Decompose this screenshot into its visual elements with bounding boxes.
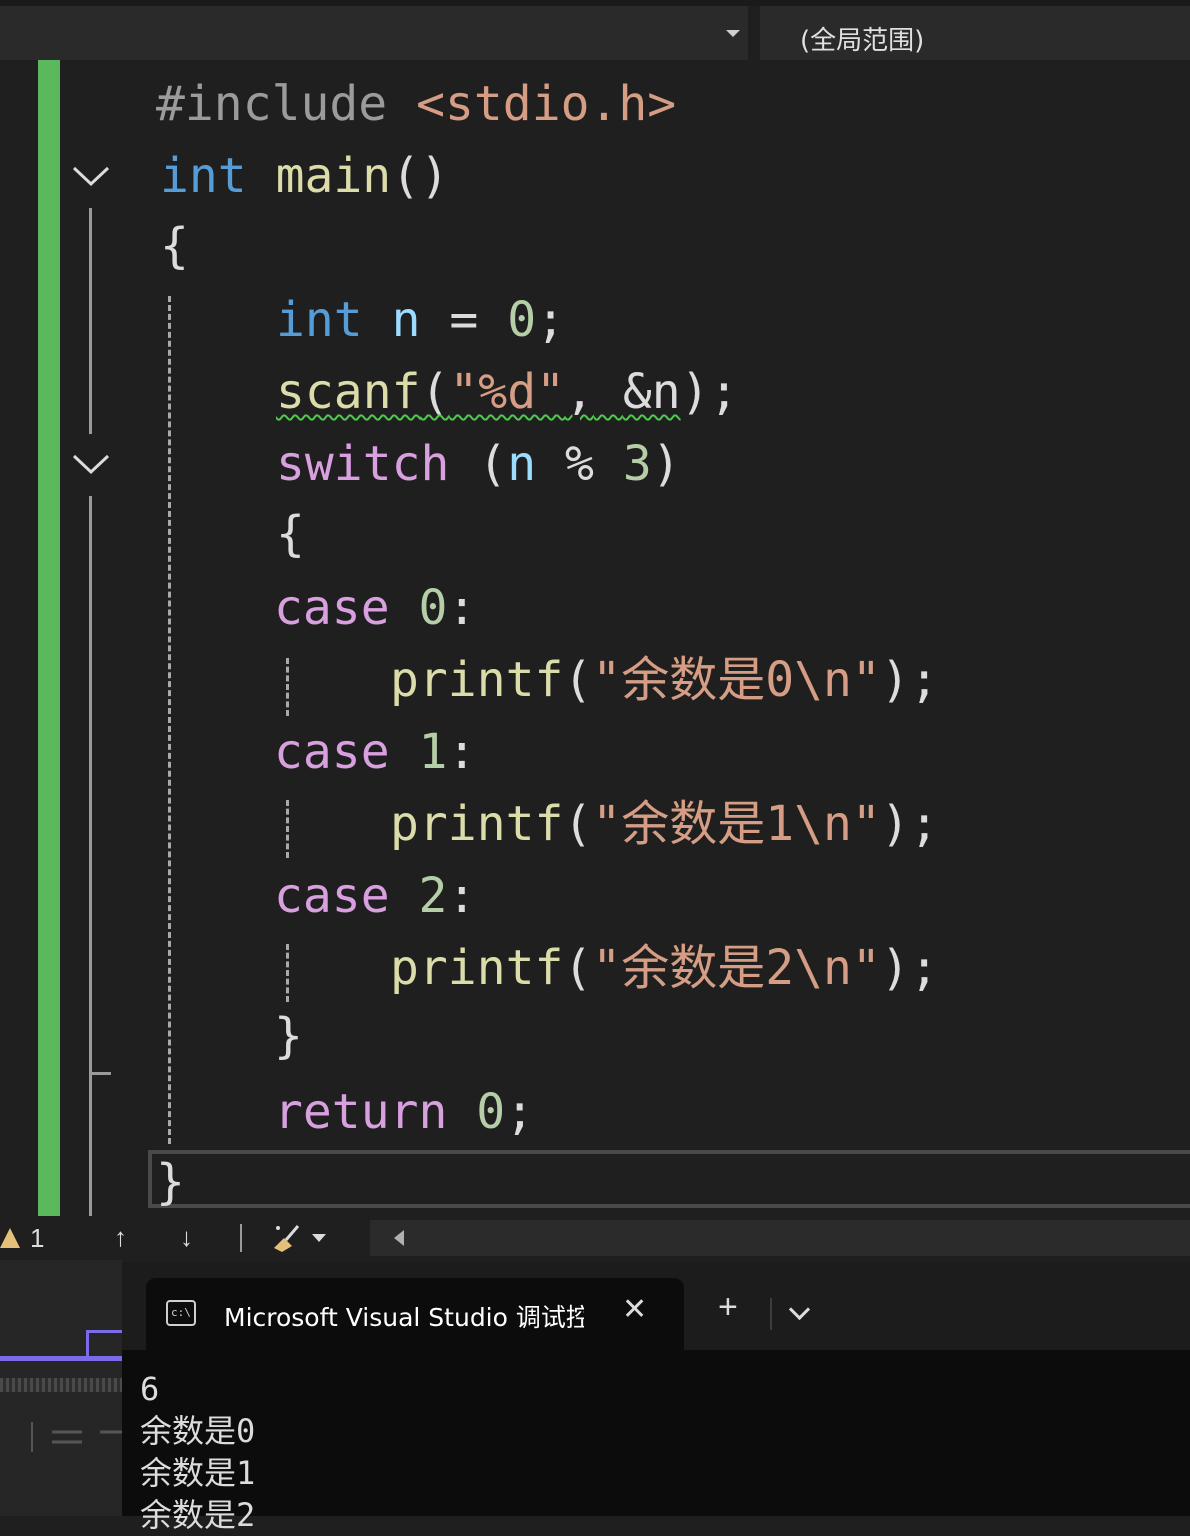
fold-region-end (89, 1072, 111, 1075)
code-line-1: #include <stdio.h> (156, 76, 677, 132)
terminal-output-line: 余数是0 (140, 1412, 256, 1450)
code-line-11: printf("余数是1\n"); (390, 796, 939, 852)
code-line-9: printf("余数是0\n"); (390, 652, 939, 708)
close-icon[interactable]: ✕ (622, 1292, 647, 1327)
panel-toolbar-icons (31, 1422, 122, 1452)
code-line-3: { (160, 218, 189, 274)
plus-icon[interactable]: + (718, 1290, 738, 1324)
editor-status-bar: 1 ↑ ↓ (0, 1216, 1190, 1260)
code-line-7: { (276, 506, 305, 562)
fold-region-line (89, 496, 92, 1216)
indent-guide (286, 800, 289, 858)
code-line-5: scanf("%d", &n); (276, 364, 739, 420)
code-line-6: switch (n % 3) (276, 436, 681, 492)
terminal-output-line: 余数是1 (140, 1454, 256, 1492)
fold-chevron-down-icon[interactable] (72, 164, 110, 188)
scroll-left-arrow-icon[interactable] (394, 1230, 404, 1246)
previous-issue-arrow-icon[interactable]: ↑ (114, 1222, 127, 1253)
warning-count[interactable]: 1 (30, 1223, 44, 1254)
current-line-highlight (148, 1150, 1190, 1208)
terminal-output-line: 余数是2 (140, 1496, 256, 1534)
debug-console-window[interactable]: c:\ Microsoft Visual Studio 调试控 ✕ + 6 余数… (122, 1262, 1190, 1534)
indent-guide (286, 944, 289, 1002)
indent-guide (168, 296, 171, 1144)
code-line-15: return 0; (274, 1084, 535, 1140)
change-tracking-margin (38, 60, 60, 1216)
cleanup-brush-icon[interactable] (270, 1222, 330, 1254)
code-editor[interactable]: #include <stdio.h> int main() { int n = … (0, 60, 1190, 1216)
code-line-12: case 2: (274, 868, 477, 924)
scope-dropdown[interactable]: (全局范围) (800, 20, 924, 57)
next-issue-arrow-icon[interactable]: ↓ (180, 1222, 193, 1253)
background-panel (0, 1260, 125, 1516)
code-line-2: int main() (160, 148, 449, 204)
fold-chevron-down-icon[interactable] (72, 452, 110, 476)
panel-accent-bar (0, 1356, 122, 1361)
fold-region-line (89, 208, 92, 434)
chevron-down-icon[interactable] (788, 1298, 811, 1321)
navigation-bar: (全局范围) (0, 0, 1190, 60)
tab-separator (770, 1298, 772, 1330)
terminal-tab-strip: c:\ Microsoft Visual Studio 调试控 ✕ + (122, 1262, 1190, 1350)
members-dropdown-arrow-icon[interactable] (726, 30, 740, 37)
warning-icon[interactable] (0, 1228, 20, 1248)
horizontal-scrollbar[interactable] (370, 1220, 1190, 1256)
panel-dotted-strip (0, 1378, 122, 1392)
code-line-13: printf("余数是2\n"); (390, 940, 939, 996)
terminal-tab-title: Microsoft Visual Studio 调试控 (224, 1303, 584, 1332)
code-line-10: case 1: (274, 724, 477, 780)
status-separator (240, 1224, 242, 1252)
terminal-tab[interactable]: c:\ Microsoft Visual Studio 调试控 ✕ (146, 1278, 684, 1350)
code-line-8: case 0: (274, 580, 477, 636)
code-line-4: int n = 0; (276, 292, 566, 348)
code-line-14: } (274, 1008, 303, 1064)
code-line-16: } (156, 1154, 185, 1210)
panel-tab-edge (86, 1330, 125, 1359)
console-icon: c:\ (166, 1300, 196, 1326)
indent-guide (286, 658, 289, 716)
terminal-output-line: 6 (140, 1370, 160, 1408)
navbar-separator (748, 6, 760, 60)
